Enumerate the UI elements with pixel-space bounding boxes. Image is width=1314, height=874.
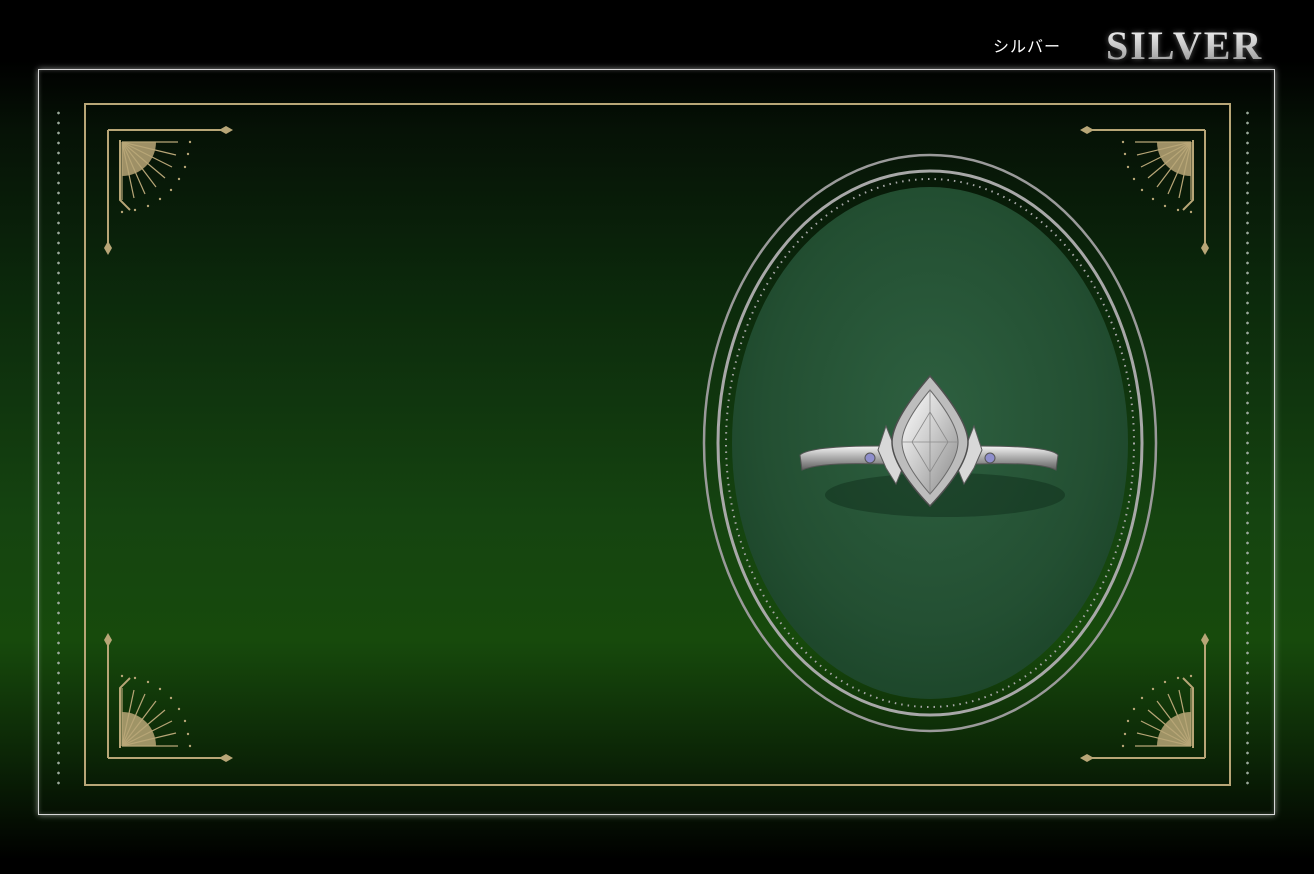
left-dotted-border: [57, 108, 60, 786]
product-ring-image: [702, 153, 1158, 733]
color-label-en: SILVER: [1106, 23, 1264, 68]
product-card: シルバー SILVER: [0, 0, 1314, 874]
right-dotted-border: [1246, 108, 1249, 786]
color-label-jp: シルバー: [993, 37, 1062, 56]
